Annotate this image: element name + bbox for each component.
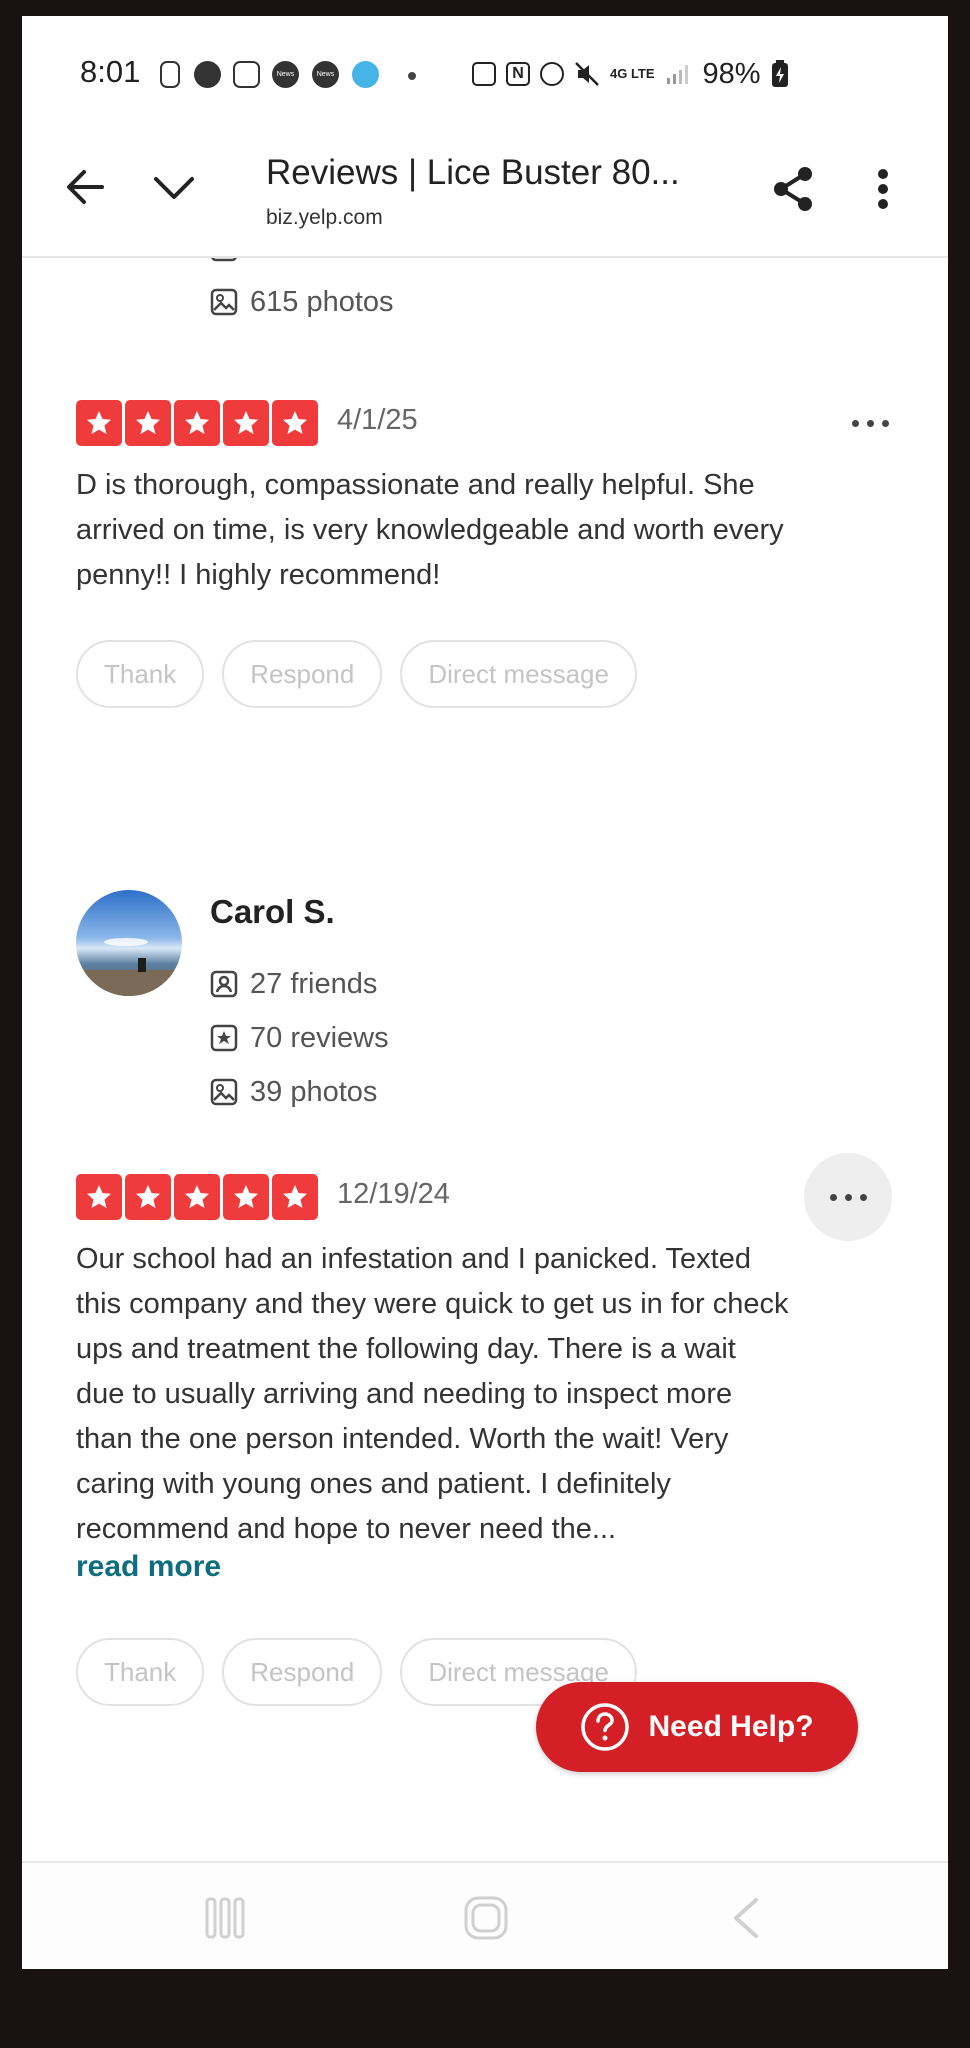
star-icon [125, 1174, 171, 1220]
alarm-icon [540, 62, 564, 86]
review-text: D is thorough, compassionate and really … [76, 469, 784, 591]
news-icon: News [312, 61, 339, 88]
reviewer-friends-count: 27 friends [210, 964, 377, 1004]
reviewer-name[interactable]: Carol S. [210, 893, 335, 931]
chevron-down-icon[interactable] [152, 174, 196, 204]
star-icon [272, 400, 318, 446]
instagram-icon [233, 61, 260, 88]
notification-icon [160, 61, 180, 88]
photo-icon [210, 288, 238, 316]
review-count-icon [210, 1024, 238, 1052]
star-rating [76, 1174, 318, 1220]
page-url[interactable]: biz.yelp.com [266, 206, 383, 230]
phone-screen: 8:01 News News N 4G LTE 98% Reviews | Li… [22, 16, 948, 1969]
review-date: 12/19/24 [337, 1178, 450, 1210]
review-more-button[interactable] [826, 379, 914, 467]
review-date: 4/1/25 [337, 404, 418, 436]
system-navigation-bar [22, 1861, 948, 1969]
thank-button[interactable]: Thank [76, 1638, 205, 1706]
news-icon: News [272, 61, 299, 88]
review-more-button[interactable] [804, 1153, 892, 1241]
more-options-icon[interactable] [876, 168, 890, 210]
network-type: 4G LTE [610, 66, 655, 81]
star-icon [76, 400, 122, 446]
star-icon [223, 400, 269, 446]
thank-button[interactable]: Thank [76, 640, 205, 708]
mute-icon [575, 62, 599, 86]
review-actions: Thank Respond Direct message [76, 640, 637, 708]
avatar[interactable] [76, 890, 182, 996]
need-help-label: Need Help? [648, 1710, 814, 1743]
recent-apps-icon[interactable] [205, 1897, 245, 1939]
home-icon[interactable] [464, 1896, 508, 1940]
photo-icon [210, 1078, 238, 1106]
respond-button[interactable]: Respond [222, 1638, 383, 1706]
star-icon [76, 1174, 122, 1220]
read-more-link[interactable]: read more [76, 1550, 221, 1584]
status-bar: 8:01 News News N 4G LTE 98% [22, 16, 948, 106]
reviewer-photos-count: 615 photos [210, 282, 394, 322]
reviewer-reviews-count: 70 reviews [210, 1018, 389, 1058]
star-icon [174, 400, 220, 446]
star-icon [272, 1174, 318, 1220]
star-icon [223, 1174, 269, 1220]
nav-back-icon[interactable] [730, 1897, 760, 1939]
share-icon[interactable] [770, 164, 816, 214]
signal-icon [666, 65, 688, 84]
battery-icon [771, 60, 788, 87]
more-notifications-dot [408, 72, 416, 80]
direct-message-button[interactable]: Direct message [400, 640, 637, 708]
browser-toolbar: Reviews | Lice Buster 80... biz.yelp.com [22, 116, 948, 258]
battery-percent: 98% [702, 57, 761, 90]
location-icon [352, 61, 379, 88]
status-right: N 4G LTE 98% [472, 54, 789, 94]
star-rating [76, 400, 318, 446]
back-arrow-icon[interactable] [64, 167, 106, 207]
friends-icon [210, 970, 238, 998]
star-icon [174, 1174, 220, 1220]
messenger-icon [194, 61, 221, 88]
need-help-button[interactable]: Need Help? [536, 1682, 858, 1772]
help-icon [581, 1703, 630, 1751]
star-icon [125, 400, 171, 446]
dnd-icon [472, 62, 496, 86]
reviewer-photos-count: 39 photos [210, 1072, 377, 1112]
respond-button[interactable]: Respond [222, 640, 383, 708]
nfc-icon: N [506, 62, 530, 86]
review-text: Our school had an infestation and I pani… [76, 1243, 789, 1545]
status-time: 8:01 [80, 54, 141, 89]
page-title[interactable]: Reviews | Lice Buster 80... [266, 153, 680, 193]
